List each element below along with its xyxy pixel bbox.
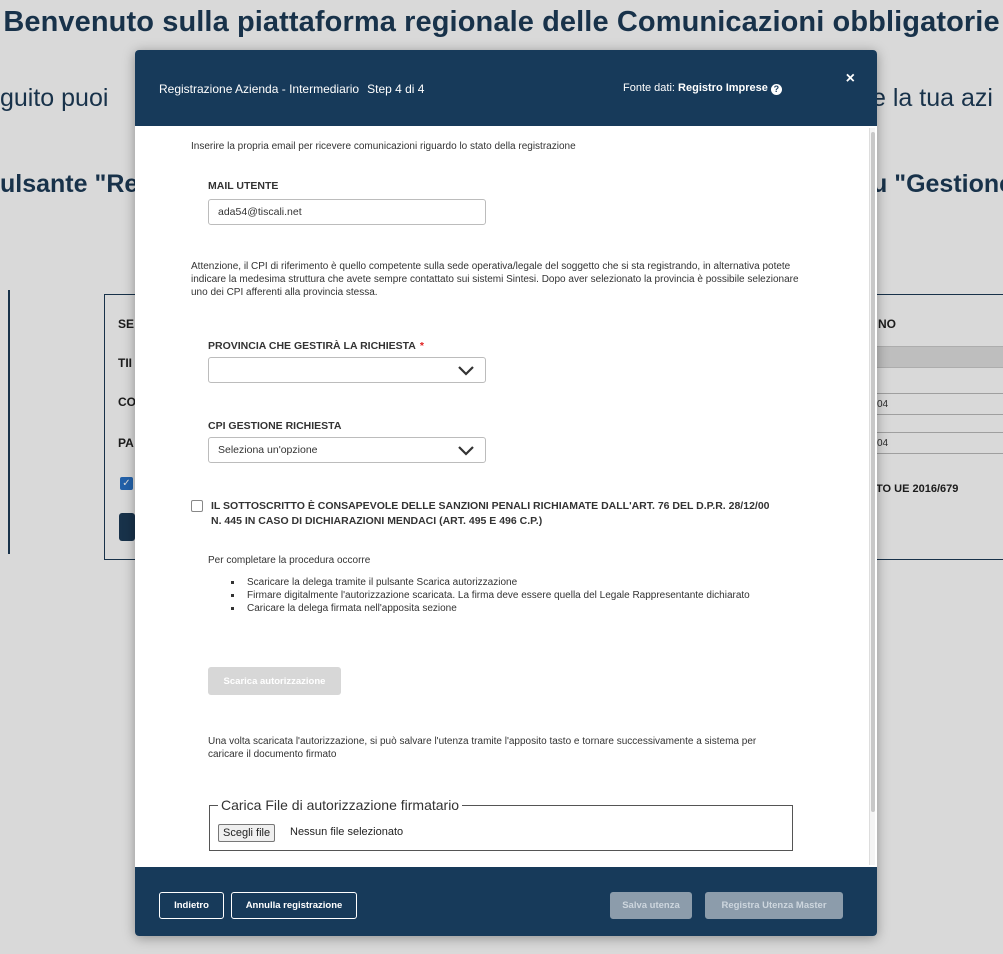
procedure-steps: Scaricare la delega tramite il pulsante … <box>231 576 751 615</box>
list-item: Scaricare la delega tramite il pulsante … <box>231 576 751 589</box>
required-marker: * <box>419 340 424 352</box>
data-source-prefix: Fonte dati: <box>623 82 675 94</box>
chevron-down-icon <box>458 366 474 376</box>
modal-body: Inserire la propria email per ricevere c… <box>135 126 877 867</box>
declaration-checkbox[interactable] <box>191 500 203 512</box>
list-item: Firmare digitalmente l'autorizzazione sc… <box>231 589 751 602</box>
modal-footer: Indietro Annulla registrazione Salva ute… <box>135 867 877 936</box>
choose-file-button[interactable]: Scegli file <box>218 824 276 842</box>
cancel-registration-button[interactable]: Annulla registrazione <box>231 892 357 919</box>
cpi-label: CPI GESTIONE RICHIESTA <box>208 420 342 432</box>
data-source-value: Registro Imprese <box>678 82 768 94</box>
help-icon[interactable]: ? <box>770 84 782 95</box>
provincia-label: PROVINCIA CHE GESTIRÀ LA RICHIESTA * <box>208 340 424 352</box>
modal-scrollbar[interactable] <box>869 128 875 865</box>
modal-title-text: Registrazione Azienda - Intermediario <box>159 82 360 96</box>
download-authorization-button[interactable]: Scarica autorizzazione <box>208 667 341 695</box>
chevron-down-icon <box>458 446 474 456</box>
list-item: Caricare la delega firmata nell'apposita… <box>231 602 751 615</box>
upload-fieldset: Carica File di autorizzazione firmatario… <box>209 797 793 851</box>
modal-header: Registrazione Azienda - Intermediario Ste… <box>135 50 877 126</box>
file-status-text: Nessun file selezionato <box>290 826 404 838</box>
step-indicator: Step 4 di 4 <box>367 82 425 96</box>
cpi-note: Attenzione, il CPI di riferimento è quel… <box>191 261 799 298</box>
email-intro-text: Inserire la propria email per ricevere c… <box>191 141 576 152</box>
data-source: Fonte dati: Registro Imprese? <box>623 82 782 95</box>
modal-title: Registrazione Azienda - Intermediario Ste… <box>159 82 424 96</box>
close-icon[interactable]: × <box>846 70 855 88</box>
provincia-select[interactable] <box>208 357 486 383</box>
email-field[interactable]: ada54@tiscali.net <box>208 199 486 225</box>
registration-modal: Registrazione Azienda - Intermediario Ste… <box>135 50 877 936</box>
upload-legend: Carica File di autorizzazione firmatario <box>218 797 463 813</box>
email-label: MAIL UTENTE <box>208 180 279 192</box>
procedure-intro: Per completare la procedura occorre <box>208 555 371 566</box>
back-button[interactable]: Indietro <box>159 892 224 919</box>
declaration-text: IL SOTTOSCRITTO È CONSAPEVOLE DELLE SANZ… <box>211 500 770 527</box>
provincia-label-text: PROVINCIA CHE GESTIRÀ LA RICHIESTA <box>208 340 416 352</box>
register-master-user-button[interactable]: Registra Utenza Master <box>705 892 843 919</box>
cpi-select[interactable]: Seleziona un'opzione <box>208 437 486 463</box>
after-download-text: Una volta scaricata l'autorizzazione, si… <box>208 736 757 760</box>
scrollbar-thumb[interactable] <box>871 132 875 812</box>
cpi-select-value: Seleziona un'opzione <box>218 444 318 456</box>
save-user-button[interactable]: Salva utenza <box>610 892 692 919</box>
